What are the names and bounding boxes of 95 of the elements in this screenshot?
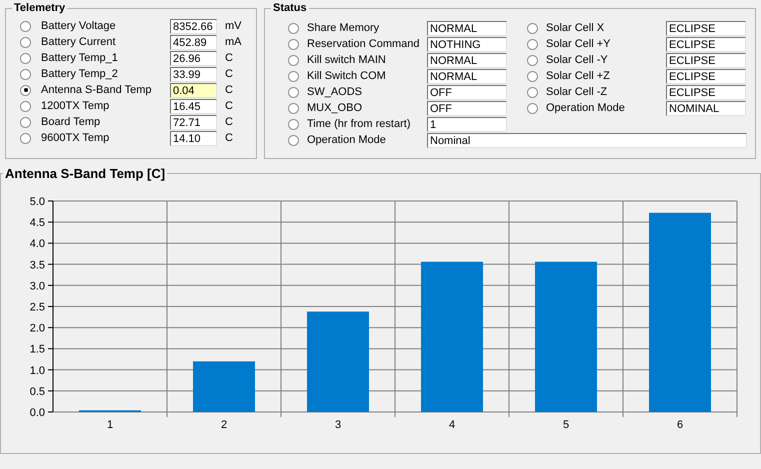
- value-field[interactable]: ECLIPSE: [666, 68, 746, 84]
- radio-button[interactable]: [20, 116, 31, 128]
- radio-button[interactable]: [527, 102, 538, 114]
- value-field[interactable]: NOTHING: [427, 36, 507, 52]
- radio-button[interactable]: [20, 132, 31, 144]
- unit-label: C: [225, 116, 233, 128]
- status-label: MUX_OBO: [307, 102, 364, 114]
- panel-title: Telemetry: [13, 2, 66, 14]
- unit-label: C: [225, 100, 233, 112]
- radio-button[interactable]: [20, 68, 31, 80]
- telemetry-label: Board Temp: [41, 116, 102, 128]
- status-label: Time (hr from restart): [307, 118, 412, 130]
- panel-title: Status: [272, 2, 308, 14]
- value-field[interactable]: NORMAL: [427, 20, 507, 36]
- radio-button[interactable]: [527, 54, 538, 66]
- telemetry-label: 9600TX Temp: [41, 132, 110, 144]
- radio-button[interactable]: [288, 38, 299, 50]
- value-field[interactable]: 14.10: [170, 130, 217, 146]
- status-label: Operation Mode: [307, 134, 387, 146]
- unit-label: C: [225, 68, 233, 80]
- radio-button[interactable]: [20, 84, 31, 96]
- radio-button[interactable]: [288, 118, 299, 130]
- x-tick-label: 2: [220, 419, 228, 431]
- status-label: Kill switch MAIN: [307, 54, 387, 66]
- chart-title: Antenna S-Band Temp [C]: [4, 166, 166, 181]
- status-label: Reservation Command: [307, 38, 420, 50]
- y-tick-label: 3.0: [30, 280, 45, 292]
- value-field[interactable]: 1: [427, 116, 507, 132]
- status-label: Solar Cell -Y: [546, 54, 609, 66]
- value-field[interactable]: 26.96: [170, 50, 217, 66]
- status-label: Solar Cell X: [546, 22, 606, 34]
- radio-button[interactable]: [527, 22, 538, 34]
- unit-label: mA: [225, 36, 242, 48]
- radio-button[interactable]: [527, 70, 538, 82]
- value-field[interactable]: 0.04: [170, 82, 217, 98]
- value-field[interactable]: 33.99: [170, 66, 217, 82]
- x-tick-label: 4: [448, 419, 456, 431]
- radio-button[interactable]: [288, 54, 299, 66]
- bar: [193, 361, 255, 412]
- radio-button[interactable]: [20, 20, 31, 32]
- telemetry-label: Battery Current: [41, 36, 117, 48]
- telemetry-label: Battery Temp_2: [41, 68, 119, 80]
- radio-button[interactable]: [288, 22, 299, 34]
- y-tick-label: 4.0: [30, 238, 45, 250]
- unit-label: C: [225, 132, 233, 144]
- unit-label: C: [225, 84, 233, 96]
- value-field[interactable]: Nominal: [427, 132, 747, 148]
- radio-button[interactable]: [20, 100, 31, 112]
- value-field[interactable]: ECLIPSE: [666, 20, 746, 36]
- y-tick-label: 1.5: [30, 344, 45, 356]
- status-label: Share Memory: [307, 22, 380, 34]
- status-label: Solar Cell -Z: [546, 86, 608, 98]
- status-label: SW_AODS: [307, 86, 364, 98]
- radio-button[interactable]: [288, 70, 299, 82]
- y-tick-label: 1.0: [30, 364, 45, 377]
- value-field[interactable]: ECLIPSE: [666, 36, 746, 52]
- radio-button[interactable]: [288, 134, 299, 146]
- unit-label: mV: [225, 20, 242, 32]
- value-field[interactable]: NORMAL: [427, 68, 507, 84]
- value-field[interactable]: 72.71: [170, 114, 217, 130]
- value-field[interactable]: 8352.66: [170, 18, 217, 34]
- status-label: Solar Cell +Y: [546, 38, 612, 50]
- x-tick-label: 3: [334, 419, 342, 431]
- x-tick-label: 5: [562, 419, 570, 431]
- value-field[interactable]: 452.89: [170, 34, 217, 50]
- value-field[interactable]: NORMAL: [427, 52, 507, 68]
- unit-label: C: [225, 52, 233, 64]
- telemetry-label: 1200TX Temp: [41, 100, 110, 112]
- y-tick-label: 3.5: [30, 259, 45, 272]
- status-label: Kill Switch COM: [307, 70, 387, 82]
- radio-button[interactable]: [288, 102, 299, 114]
- telemetry-label: Battery Voltage: [41, 20, 117, 32]
- radio-button[interactable]: [20, 52, 31, 64]
- value-field[interactable]: ECLIPSE: [666, 84, 746, 100]
- value-field[interactable]: NOMINAL: [666, 100, 746, 116]
- x-tick-label: 1: [106, 419, 114, 431]
- y-tick-label: 2.0: [30, 322, 45, 335]
- telemetry-label: Antenna S-Band Temp: [41, 84, 152, 96]
- x-tick-label: 6: [676, 419, 684, 431]
- y-tick-label: 2.5: [30, 302, 45, 314]
- radio-button[interactable]: [527, 38, 538, 50]
- y-tick-label: 4.5: [30, 217, 45, 230]
- value-field[interactable]: 16.45: [170, 98, 217, 114]
- value-field[interactable]: OFF: [427, 100, 507, 116]
- y-tick-label: 0.5: [30, 386, 45, 398]
- status-label: Solar Cell +Z: [546, 70, 611, 82]
- radio-button[interactable]: [527, 86, 538, 98]
- status-label: Operation Mode: [546, 102, 626, 114]
- radio-button[interactable]: [20, 36, 31, 48]
- value-field[interactable]: OFF: [427, 84, 507, 100]
- y-tick-label: 5.0: [30, 196, 45, 208]
- y-tick-label: 0.0: [30, 407, 45, 419]
- value-field[interactable]: ECLIPSE: [666, 52, 746, 68]
- radio-button[interactable]: [288, 86, 299, 98]
- telemetry-label: Battery Temp_1: [41, 52, 119, 64]
